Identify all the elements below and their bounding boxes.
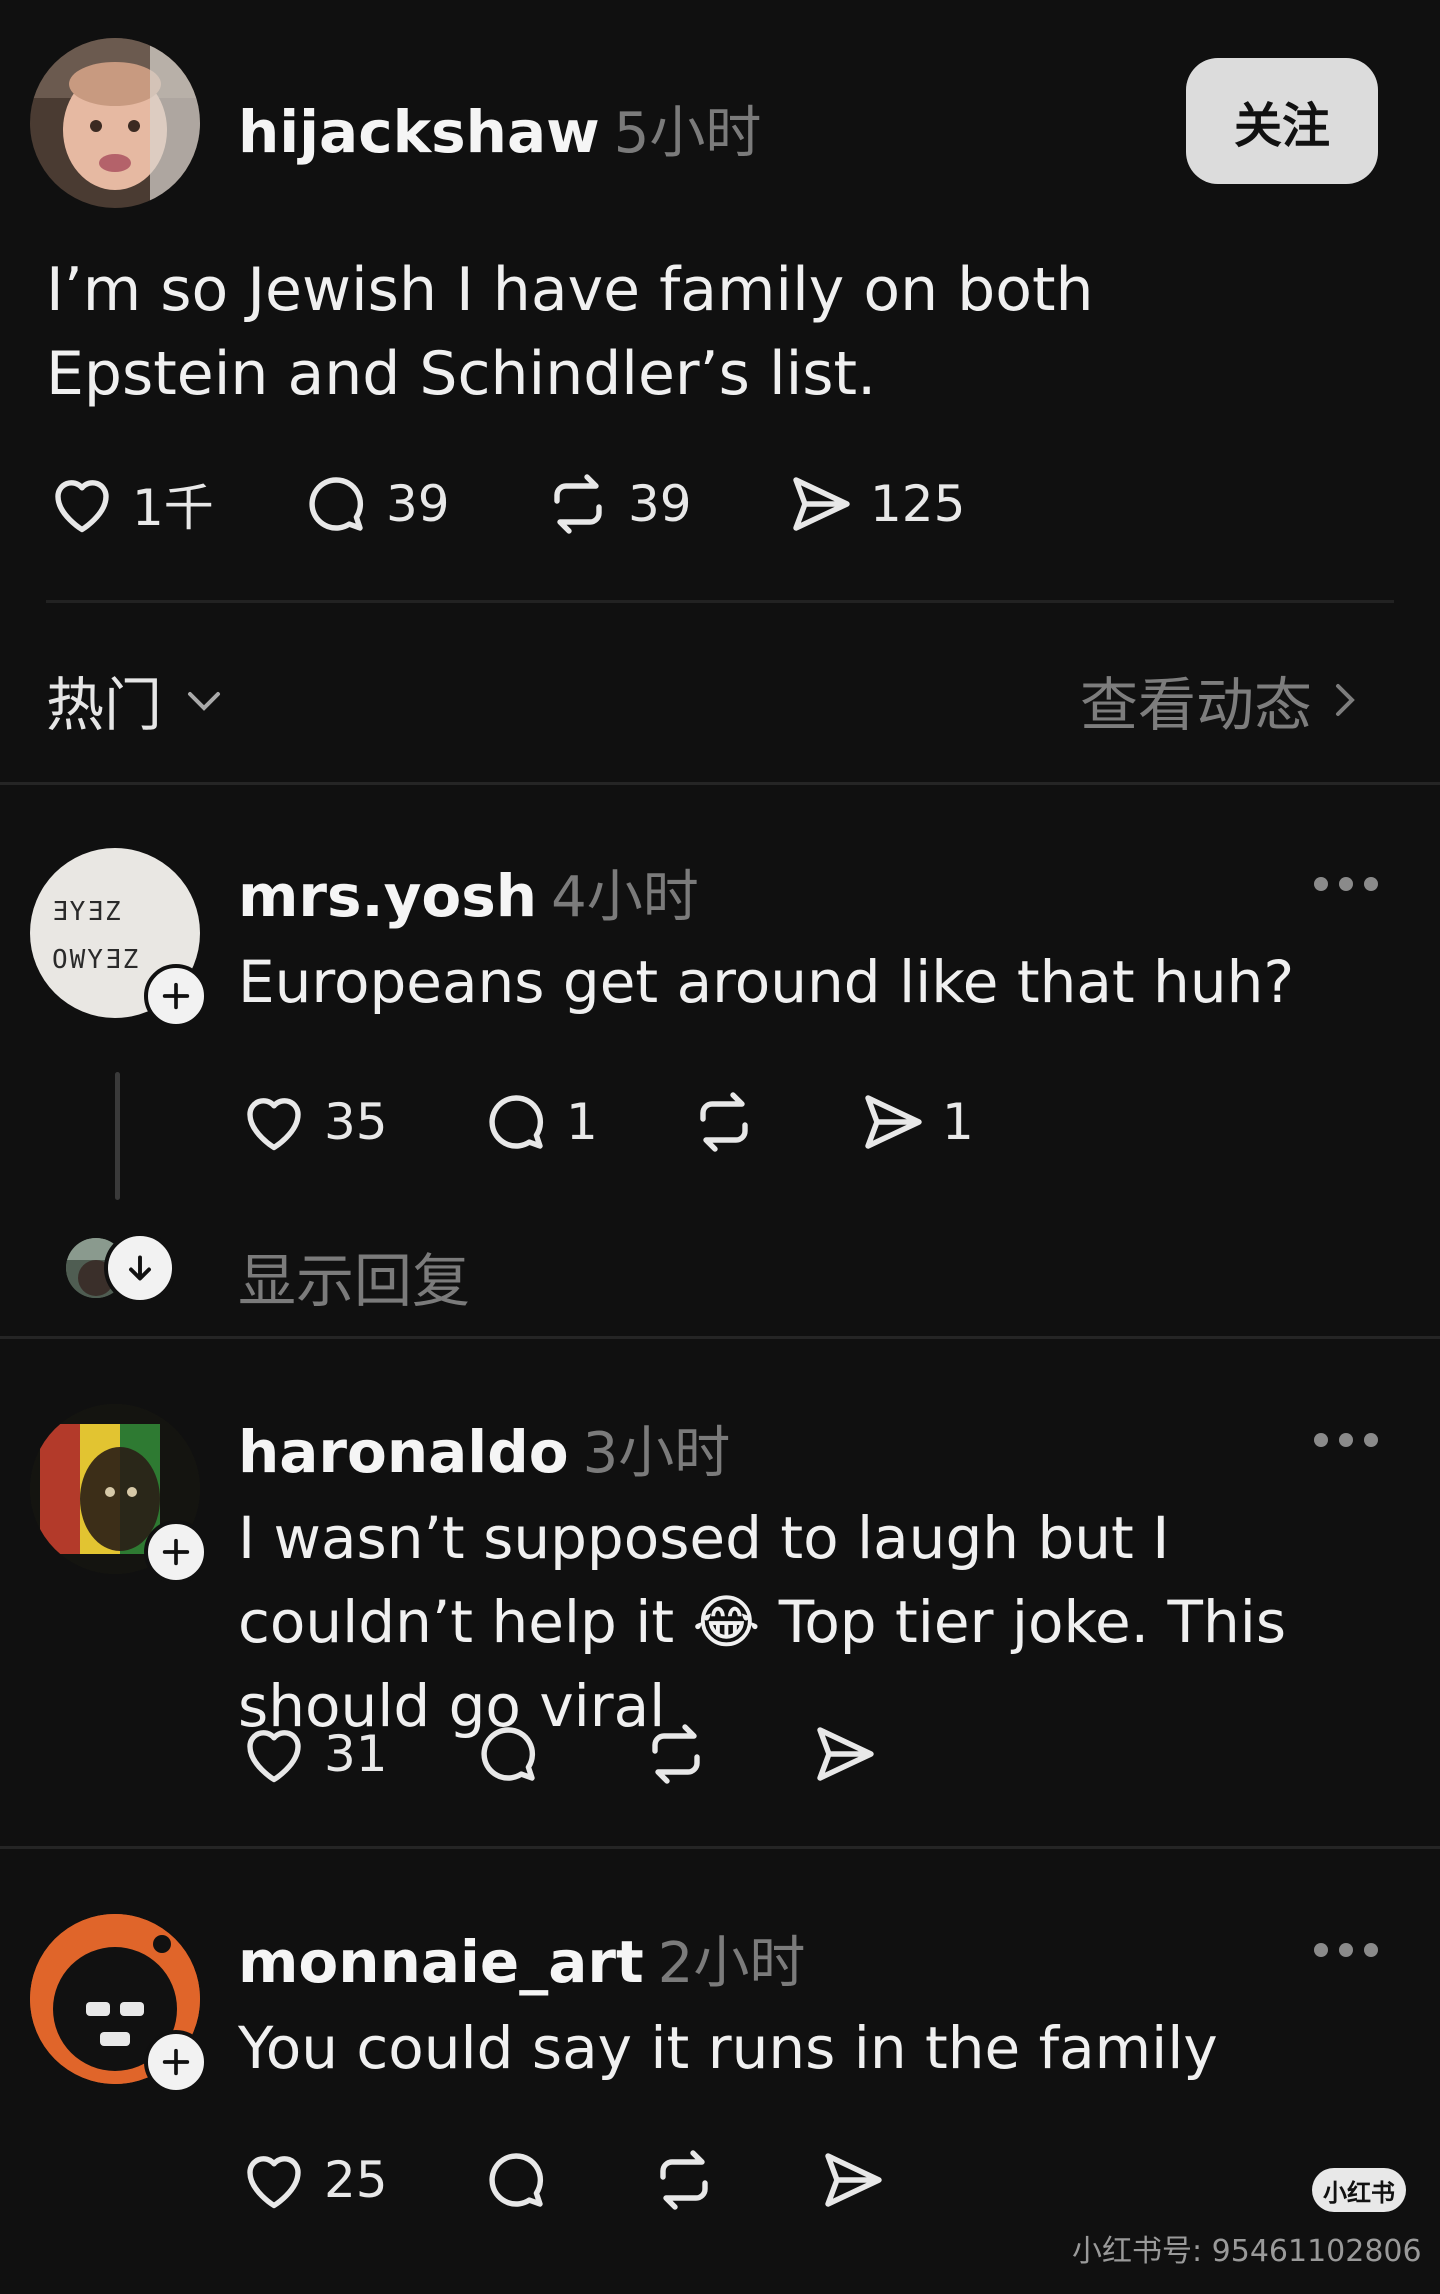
more-options-icon[interactable] [1314, 1430, 1378, 1450]
comment-reply-button[interactable] [480, 2144, 566, 2216]
chevron-right-icon [1336, 684, 1355, 716]
post-time: 5小时 [613, 101, 762, 166]
follow-label: 关注 [1233, 98, 1330, 154]
arrow-down-icon [129, 1255, 151, 1281]
comment-repost-button[interactable] [640, 1718, 726, 1790]
plus-icon [162, 2048, 190, 2076]
comment-reply-button[interactable] [472, 1718, 558, 1790]
plus-icon [162, 982, 190, 1010]
send-icon [865, 1095, 922, 1149]
username-text[interactable]: monnaie_art [238, 1928, 644, 1996]
send-icon [825, 2153, 882, 2207]
show-replies-icon[interactable] [104, 1232, 176, 1304]
watermark-id: 小红书号: 95461102806 [1072, 2234, 1422, 2269]
heart-icon [247, 2156, 301, 2209]
send-icon [793, 477, 850, 531]
repost-icon [554, 474, 602, 534]
sort-label: 热门 [46, 671, 163, 739]
follow-plus-button[interactable] [144, 1520, 208, 1584]
comment-text: You could say it runs in the family [238, 2014, 1218, 2082]
comment-like-count: 35 [324, 1093, 388, 1151]
post-author-username[interactable]: hijackshaw 5小时 [238, 88, 761, 169]
comment-like-count: 25 [324, 2151, 388, 2209]
comment-icon [309, 477, 363, 531]
comment-share-button[interactable] [808, 1718, 894, 1790]
post-repost-button[interactable]: 39 [542, 468, 692, 540]
more-options-icon[interactable] [1314, 1940, 1378, 1960]
post-like-button[interactable]: 1千 [46, 468, 214, 540]
repost-icon [652, 1724, 700, 1784]
section-divider [0, 782, 1440, 785]
sort-dropdown[interactable]: 热门 [46, 658, 228, 742]
watermark-logo-text: 小红书 [1323, 2178, 1395, 2207]
post-share-count: 125 [870, 475, 966, 533]
post-text: I’m so Jewish I have family on both Epst… [46, 255, 1094, 409]
comment-like-count: 31 [324, 1725, 388, 1783]
post-comment-count: 39 [386, 475, 450, 533]
send-icon [817, 1727, 874, 1781]
follow-button[interactable]: 关注 [1186, 58, 1378, 184]
comment-like-button[interactable]: 35 [238, 1086, 388, 1158]
comment-text: Europeans get around like that huh? [238, 948, 1295, 1016]
watermark-logo: 小红书 [1312, 2168, 1406, 2212]
comment-username[interactable]: haronaldo 3小时 [238, 1408, 730, 1489]
follow-plus-button[interactable] [144, 2030, 208, 2094]
comment-repost-button[interactable] [648, 2144, 734, 2216]
post-divider [46, 600, 1394, 603]
follow-plus-button[interactable] [144, 964, 208, 1028]
comment-repost-button[interactable] [688, 1086, 774, 1158]
chevron-down-icon [188, 692, 221, 711]
post-repost-count: 39 [628, 475, 692, 533]
post-like-count: 1千 [132, 479, 214, 537]
comment-like-button[interactable]: 25 [238, 2144, 388, 2216]
comment-reply-button[interactable]: 1 [480, 1086, 598, 1158]
view-activity-link[interactable]: 查看动态 [1080, 658, 1368, 742]
repost-icon [700, 1092, 748, 1152]
post-share-button[interactable]: 125 [784, 468, 965, 540]
heart-icon [247, 1730, 301, 1783]
plus-icon [162, 1538, 190, 1566]
show-replies-link[interactable]: 显示回复 [238, 1234, 470, 1318]
comment-username[interactable]: mrs.yosh 4小时 [238, 852, 699, 933]
heart-icon [247, 1098, 301, 1151]
comment-time: 4小时 [551, 865, 699, 930]
comment-divider [0, 1846, 1440, 1849]
username-text[interactable]: hijackshaw [238, 98, 600, 166]
more-options-icon[interactable] [1314, 874, 1378, 894]
username-text[interactable]: haronaldo [238, 1418, 569, 1486]
post-author-avatar[interactable] [30, 38, 200, 208]
comment-share-button[interactable]: 1 [856, 1086, 974, 1158]
comment-icon [489, 2153, 543, 2207]
comment-icon [481, 1727, 535, 1781]
username-text[interactable]: mrs.yosh [238, 862, 537, 930]
post-comment-button[interactable]: 39 [300, 468, 450, 540]
comment-share-count: 1 [942, 1093, 974, 1151]
comment-time: 2小时 [657, 1931, 806, 1996]
comment-reply-count: 1 [566, 1093, 598, 1151]
repost-icon [660, 2150, 708, 2210]
comment-text: I wasn’t supposed to laugh but I couldn’… [238, 1504, 1287, 1740]
comment-time: 3小时 [582, 1421, 731, 1486]
comment-share-button[interactable] [816, 2144, 902, 2216]
thread-line [115, 1072, 120, 1200]
comment-username[interactable]: monnaie_art 2小时 [238, 1918, 805, 1999]
comment-like-button[interactable]: 31 [238, 1718, 388, 1790]
comment-icon [489, 1095, 543, 1149]
heart-icon [55, 480, 109, 533]
comment-divider [0, 1336, 1440, 1339]
view-activity-label: 查看动态 [1080, 671, 1313, 739]
